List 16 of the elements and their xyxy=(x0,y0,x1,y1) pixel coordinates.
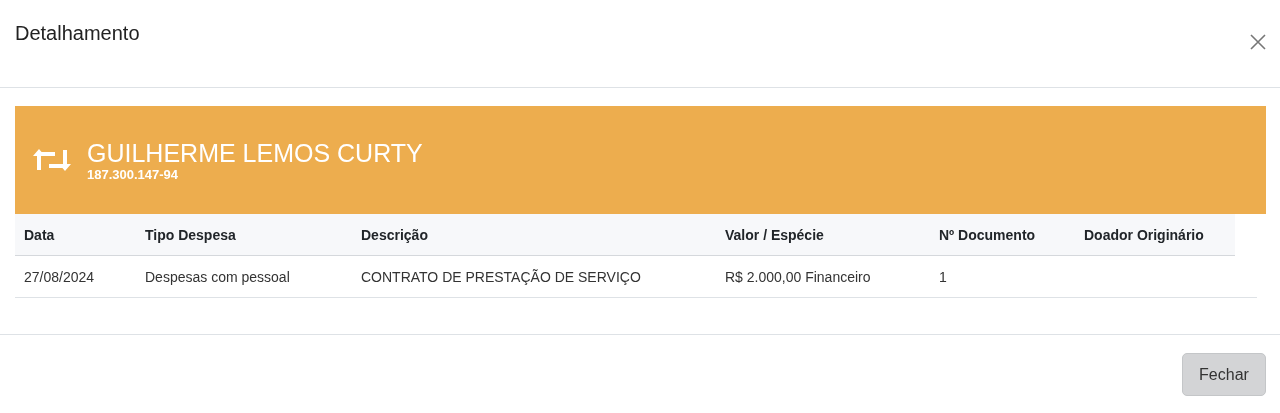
table-cell: Despesas com pessoal xyxy=(145,268,290,285)
close-button[interactable]: Fechar xyxy=(1182,353,1266,396)
person-name: GUILHERME LEMOS CURTY xyxy=(87,138,423,167)
column-header: Tipo Despesa xyxy=(136,214,352,256)
dialog-title: Detalhamento xyxy=(15,22,140,46)
table-cell: 1 xyxy=(939,268,947,285)
table-cell: 27/08/2024 xyxy=(24,268,95,285)
column-header: Nº Documento xyxy=(930,214,1075,256)
column-header: Valor / Espécie xyxy=(716,214,930,256)
column-header: Descrição xyxy=(352,214,716,256)
document-number: 187.300.147-94 xyxy=(87,166,180,182)
table-cell: R$ 2.000,00 Financeiro xyxy=(725,268,871,285)
column-header: Doador Originário xyxy=(1075,214,1235,256)
column-header: Data xyxy=(15,214,136,256)
close-icon[interactable] xyxy=(1249,33,1267,51)
table-cell: CONTRATO DE PRESTAÇÃO DE SERVIÇO xyxy=(361,268,641,285)
